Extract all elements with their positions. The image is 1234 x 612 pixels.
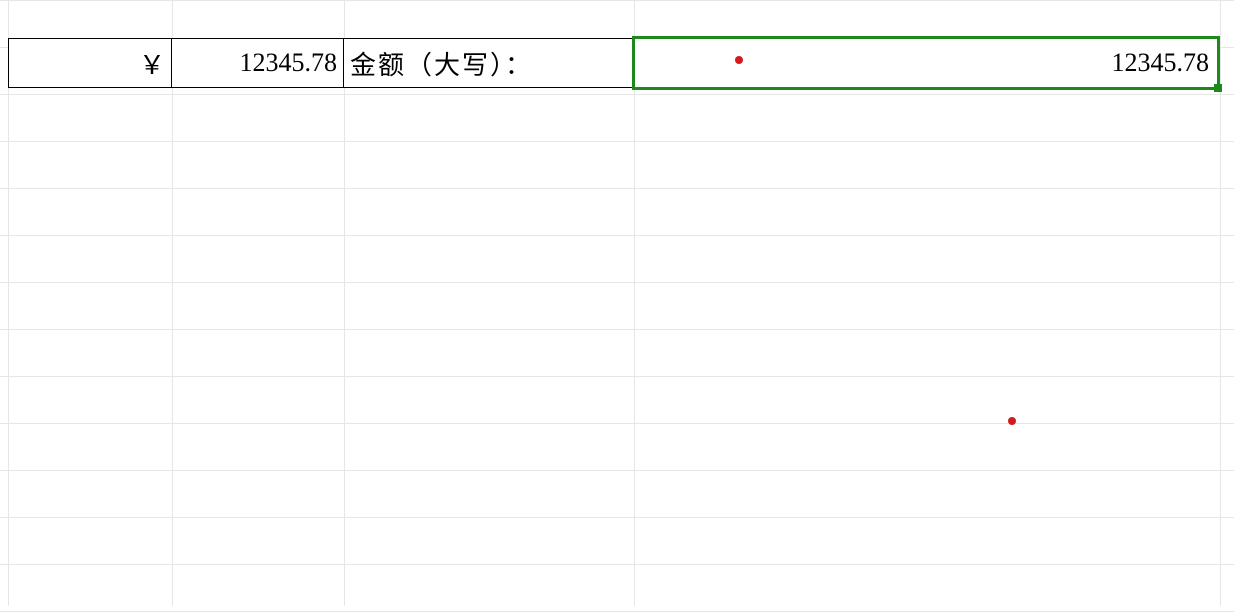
selected-cell[interactable]: 12345.78 bbox=[632, 36, 1220, 90]
gridline-horizontal bbox=[0, 423, 1234, 424]
selected-cell-value: 12345.78 bbox=[1112, 48, 1210, 78]
fill-handle[interactable] bbox=[1214, 84, 1222, 92]
amount-value-cell[interactable]: 12345.78 bbox=[172, 38, 344, 88]
data-row: ￥ 12345.78 金额（大写）： bbox=[8, 38, 634, 88]
marker-dot-icon bbox=[735, 56, 743, 64]
gridline-horizontal bbox=[0, 470, 1234, 471]
gridline-vertical bbox=[344, 0, 345, 606]
gridline-horizontal bbox=[0, 329, 1234, 330]
marker-dot-icon bbox=[1008, 417, 1016, 425]
amount-label-cell[interactable]: 金额（大写）： bbox=[344, 38, 634, 88]
gridline-horizontal bbox=[0, 0, 1234, 1]
currency-symbol-cell[interactable]: ￥ bbox=[8, 38, 172, 88]
gridline-horizontal bbox=[0, 235, 1234, 236]
gridline-horizontal bbox=[0, 517, 1234, 518]
spreadsheet-grid[interactable] bbox=[0, 0, 1234, 606]
gridline-horizontal bbox=[0, 188, 1234, 189]
gridline-vertical bbox=[8, 0, 9, 606]
gridline-horizontal bbox=[0, 376, 1234, 377]
gridline-horizontal bbox=[0, 94, 1234, 95]
gridline-horizontal bbox=[0, 141, 1234, 142]
gridline-vertical bbox=[172, 0, 173, 606]
gridline-horizontal bbox=[0, 282, 1234, 283]
gridline-horizontal bbox=[0, 564, 1234, 565]
gridline-vertical bbox=[634, 0, 635, 606]
